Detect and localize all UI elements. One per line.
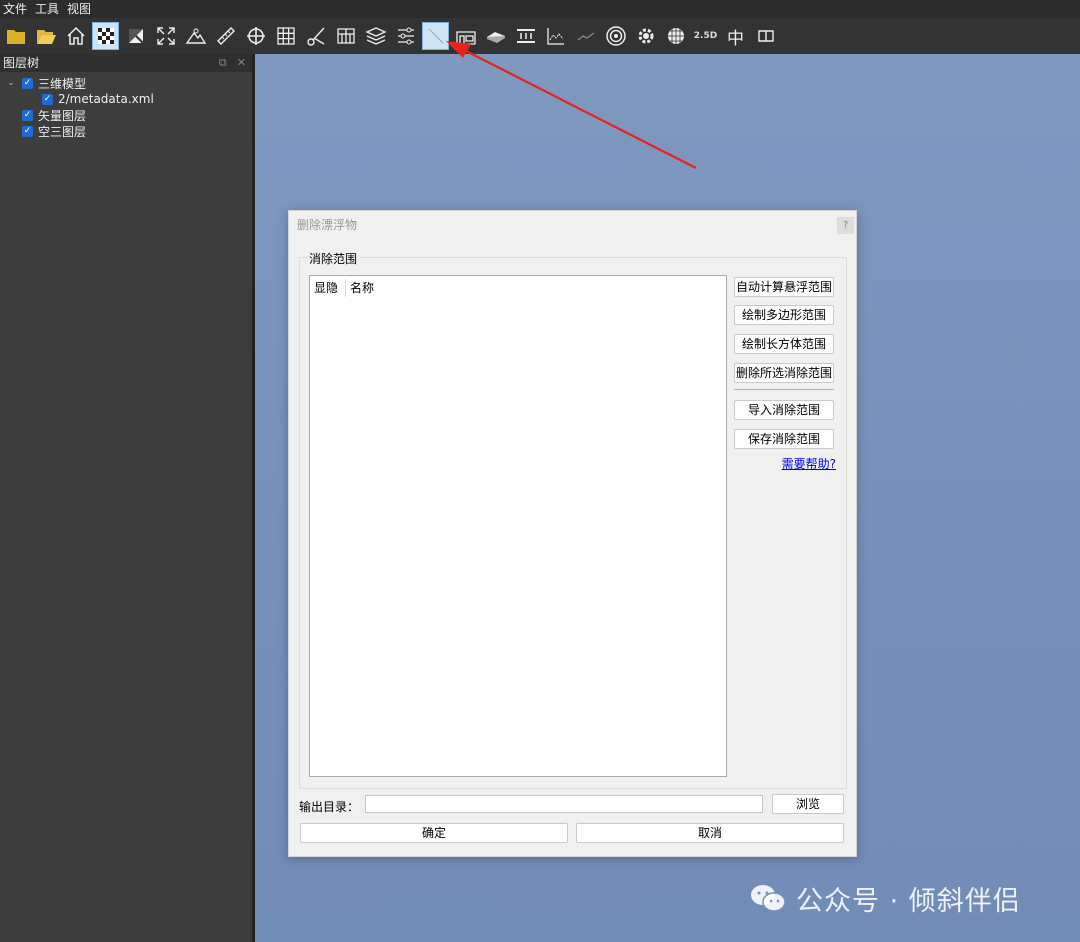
- watermark-text: 公众号 · 倾斜伴侣: [796, 885, 1021, 917]
- dialog-help-button[interactable]: ?: [837, 217, 854, 234]
- tree-item-label: 矢量图层: [38, 108, 87, 123]
- browse-button[interactable]: 浏览: [772, 794, 844, 814]
- split-view-icon[interactable]: [752, 22, 779, 50]
- building-icon[interactable]: [452, 22, 479, 50]
- dialog-title-bar: 删除漂浮物 ?: [289, 211, 856, 239]
- tree-item-metadata[interactable]: ✓ 2/metadata.xml: [0, 91, 252, 107]
- range-list[interactable]: 显隐 名称: [309, 275, 727, 777]
- list-header: 显隐 名称: [310, 276, 726, 300]
- delete-selected-range-button[interactable]: 删除所选消除范围: [734, 363, 834, 383]
- tree-item-label: 2/metadata.xml: [58, 92, 154, 106]
- ok-button[interactable]: 确定: [300, 823, 568, 843]
- tree-item-aerotriangulation-layer[interactable]: ✓ 空三图层: [0, 123, 252, 139]
- tree-item-label: 三维模型: [38, 76, 87, 91]
- menu-tools[interactable]: 工具: [32, 0, 64, 18]
- checkbox-checked-icon[interactable]: ✓: [42, 93, 53, 105]
- target-icon[interactable]: [602, 22, 629, 50]
- wechat-icon: [751, 885, 786, 912]
- toolbar: 2.5D 中: [0, 18, 1080, 54]
- layer-tree-panel: 图层树 ⧉ ✕ ⌄ ✓ 三维模型 ✓ 2/metadata.xml ✓ 矢量图层 …: [0, 54, 252, 942]
- view-25d-button[interactable]: 2.5D: [692, 22, 719, 50]
- chevron-down-icon[interactable]: ⌄: [4, 78, 18, 88]
- checkbox-checked-icon[interactable]: ✓: [22, 125, 33, 137]
- layer-tree: ⌄ ✓ 三维模型 ✓ 2/metadata.xml ✓ 矢量图层 ✓ 空三图层: [0, 72, 252, 139]
- save-range-button[interactable]: 保存消除范围: [734, 429, 834, 449]
- flatten-icon[interactable]: [512, 22, 539, 50]
- delete-floating-objects-icon[interactable]: [422, 22, 449, 50]
- menubar: 文件 工具 视图: [0, 0, 1080, 18]
- import-range-button[interactable]: 导入消除范围: [734, 400, 834, 420]
- checker-texture-icon[interactable]: [92, 22, 119, 50]
- draw-cuboid-range-button[interactable]: 绘制长方体范围: [734, 334, 834, 354]
- tree-item-vector-layer[interactable]: ✓ 矢量图层: [0, 107, 252, 123]
- diagonal-square-icon[interactable]: [122, 22, 149, 50]
- menu-file[interactable]: 文件: [0, 0, 32, 18]
- grid-icon[interactable]: [272, 22, 299, 50]
- crosshair-icon[interactable]: [242, 22, 269, 50]
- group-title: 消除范围: [307, 250, 360, 267]
- line-chart-icon[interactable]: [572, 22, 599, 50]
- output-dir-label: 输出目录：: [299, 800, 360, 814]
- checkbox-checked-icon[interactable]: ✓: [22, 77, 33, 89]
- float-panel-icon[interactable]: ⧉: [219, 56, 227, 69]
- profile-chart-icon[interactable]: [542, 22, 569, 50]
- tree-item-label: 空三图层: [38, 124, 87, 139]
- watermark: 公众号 · 倾斜伴侣: [748, 878, 1021, 918]
- auto-calc-range-button[interactable]: 自动计算悬浮范围: [734, 277, 834, 297]
- globe-grid-icon[interactable]: [662, 22, 689, 50]
- button-separator: [734, 389, 834, 390]
- menu-view[interactable]: 视图: [64, 0, 96, 18]
- close-panel-icon[interactable]: ✕: [237, 56, 246, 69]
- dialog-title: 删除漂浮物: [297, 218, 358, 232]
- layers-icon[interactable]: [362, 22, 389, 50]
- panel-title: 图层树 ⧉ ✕: [0, 54, 252, 72]
- column-visibility[interactable]: 显隐: [310, 279, 346, 297]
- need-help-link[interactable]: 需要帮助?: [782, 455, 836, 472]
- open-folder-icon[interactable]: [32, 22, 59, 50]
- gear-icon[interactable]: [632, 22, 659, 50]
- panel-controls: ⧉ ✕: [209, 54, 246, 72]
- terrain-icon[interactable]: [182, 22, 209, 50]
- language-chinese-button[interactable]: 中: [722, 22, 749, 50]
- tree-item-3d-model[interactable]: ⌄ ✓ 三维模型: [0, 75, 252, 91]
- fullscreen-icon[interactable]: [152, 22, 179, 50]
- panel-title-text: 图层树: [3, 56, 40, 70]
- output-dir-input[interactable]: [365, 795, 763, 813]
- eraser-icon[interactable]: [482, 22, 509, 50]
- tile-grid-icon[interactable]: [332, 22, 359, 50]
- sliders-icon[interactable]: [392, 22, 419, 50]
- checkbox-checked-icon[interactable]: ✓: [22, 109, 33, 121]
- draw-polygon-range-button[interactable]: 绘制多边形范围: [734, 305, 834, 325]
- home-icon[interactable]: [62, 22, 89, 50]
- scissors-icon[interactable]: [302, 22, 329, 50]
- cancel-button[interactable]: 取消: [576, 823, 844, 843]
- delete-floating-objects-dialog: 删除漂浮物 ? 消除范围 显隐 名称 自动计算悬浮范围 绘制多边形范围 绘制长方…: [288, 210, 857, 857]
- ruler-icon[interactable]: [212, 22, 239, 50]
- new-folder-icon[interactable]: [2, 22, 29, 50]
- column-name[interactable]: 名称: [346, 279, 374, 297]
